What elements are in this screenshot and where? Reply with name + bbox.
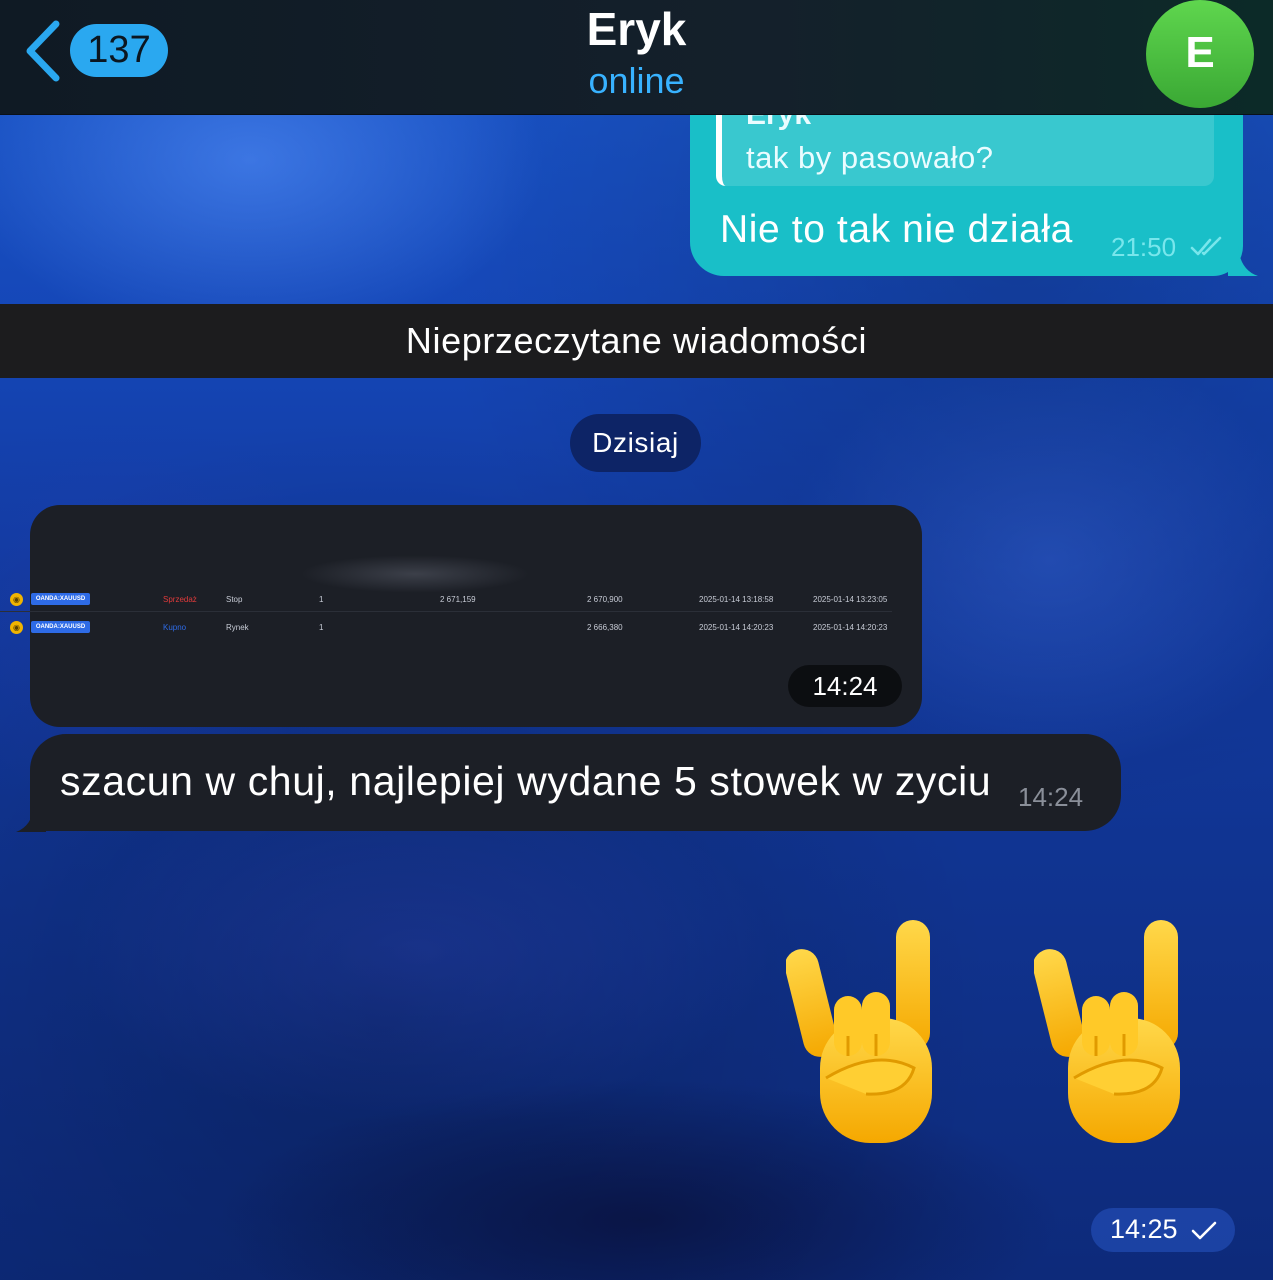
outgoing-message-time: 21:50	[1111, 232, 1177, 262]
trade-symbol: OANDA:XAUUSD	[31, 621, 90, 633]
trade-qty: 1	[319, 595, 324, 604]
gold-coin-icon: ◉	[10, 621, 23, 634]
trade-row: ◉ OANDA:XAUUSD Sprzedaż Stop 1 2 671,159…	[0, 588, 892, 612]
image-message-time: 14:24	[788, 665, 902, 707]
incoming-message-text: szacun w chuj, najlepiej wydane 5 stowek…	[60, 758, 992, 804]
chat-status: online	[588, 60, 685, 101]
trade-opened: 2025-01-14 13:18:58	[699, 595, 774, 604]
unread-messages-divider: Nieprzeczytane wiadomości	[0, 304, 1273, 378]
reply-quote-text: tak by pasowało?	[746, 140, 994, 175]
trade-closed: 2025-01-14 13:23:05	[813, 595, 888, 604]
chat-title[interactable]: Eryk	[0, 2, 1273, 56]
trade-fill-price: 2 666,380	[587, 623, 623, 632]
bubble-tail	[16, 806, 46, 832]
trade-fill-price: 2 670,900	[587, 595, 623, 604]
trade-side: Kupno	[163, 623, 187, 632]
trade-row: ◉ OANDA:XAUUSD Kupno Rynek 1 2 666,380 2…	[0, 616, 892, 640]
single-check-icon	[1191, 1221, 1217, 1240]
trade-opened: 2025-01-14 14:20:23	[699, 623, 774, 632]
trade-qty: 1	[319, 623, 324, 632]
sign-of-the-horns-icon[interactable]	[786, 918, 946, 1148]
trade-type: Rynek	[226, 623, 249, 632]
trade-type: Stop	[226, 595, 243, 604]
incoming-message-time: 14:24	[1018, 782, 1084, 812]
avatar[interactable]: E	[1146, 0, 1254, 108]
gold-coin-icon: ◉	[10, 593, 23, 606]
sign-of-the-horns-icon[interactable]	[1034, 918, 1194, 1148]
trade-price: 2 671,159	[440, 595, 476, 604]
trade-side: Sprzedaż	[163, 595, 197, 604]
date-separator: Dzisiaj	[570, 414, 701, 472]
outgoing-message-text: Nie to tak nie działa	[720, 208, 1073, 251]
chat-header: 137 Eryk online E	[0, 0, 1273, 115]
double-check-icon	[1190, 236, 1222, 256]
emoji-message-time: 14:25	[1110, 1214, 1178, 1244]
bubble-tail	[1228, 246, 1258, 276]
trade-symbol: OANDA:XAUUSD	[31, 593, 90, 605]
trade-closed: 2025-01-14 14:20:23	[813, 623, 888, 632]
